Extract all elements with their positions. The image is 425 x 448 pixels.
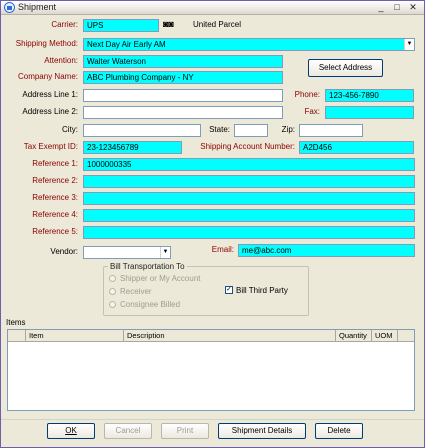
state-field[interactable]	[234, 124, 268, 137]
address-line2-label: Address Line 2:	[22, 107, 78, 116]
tax-exempt-id-field[interactable]: 23-123456789	[83, 141, 182, 154]
fax-field[interactable]	[325, 106, 414, 119]
company-name-label: Company Name:	[17, 72, 78, 81]
radio-receiver-label: Receiver	[120, 287, 152, 296]
column-header-item[interactable]: Item	[26, 330, 124, 342]
app-icon	[4, 2, 15, 13]
print-button[interactable]: Print	[161, 423, 209, 439]
vendor-label: Vendor:	[50, 247, 78, 256]
shipping-account-number-label: Shipping Account Number:	[200, 142, 295, 151]
attention-label: Attention:	[44, 56, 78, 65]
shipment-window: Shipment _ □ ✕ Carrier: UPS ◙◙ United Pa…	[0, 0, 425, 448]
column-header-select[interactable]	[8, 330, 26, 342]
city-label: City:	[62, 125, 78, 134]
phone-label: Phone:	[294, 90, 320, 99]
address-line2-field[interactable]	[83, 106, 283, 119]
shipping-method-label: Shipping Method:	[15, 39, 78, 48]
close-button[interactable]: ✕	[406, 2, 420, 13]
reference-1-label: Reference 1:	[32, 159, 78, 168]
reference-1-field[interactable]: 1000000335	[83, 158, 415, 171]
phone-field[interactable]: 123-456-7890	[325, 89, 414, 102]
items-grid-header: Item Description Quantity UOM	[8, 330, 414, 342]
address-line1-field[interactable]	[83, 89, 283, 102]
radio-consignee[interactable]	[109, 301, 116, 308]
carrier-name: United Parcel	[193, 20, 242, 29]
reference-2-label: Reference 2:	[32, 176, 78, 185]
delete-button[interactable]: Delete	[315, 423, 363, 439]
radio-receiver[interactable]	[109, 288, 116, 295]
shipping-method-value: Next Day Air Early AM	[87, 40, 166, 49]
title-bar: Shipment _ □ ✕	[1, 1, 424, 15]
chevron-down-icon[interactable]: ▼	[160, 247, 170, 258]
binoculars-icon[interactable]: ◙◙	[163, 19, 174, 29]
company-name-field[interactable]: ABC Plumbing Company - NY	[83, 71, 283, 84]
select-address-button[interactable]: Select Address	[308, 59, 383, 77]
reference-3-field[interactable]	[83, 192, 415, 205]
reference-5-field[interactable]	[83, 226, 415, 239]
divider	[1, 419, 424, 420]
reference-5-label: Reference 5:	[32, 227, 78, 236]
maximize-button[interactable]: □	[390, 2, 404, 13]
city-field[interactable]	[83, 124, 201, 137]
email-label: Email:	[211, 245, 234, 254]
reference-3-label: Reference 3:	[32, 193, 78, 202]
shipment-details-button[interactable]: Shipment Details	[218, 423, 306, 439]
reference-4-field[interactable]	[83, 209, 415, 222]
radio-shipper[interactable]	[109, 275, 116, 282]
radio-shipper-label: Shipper or My Account	[120, 274, 201, 283]
bill-third-party-label: Bill Third Party	[236, 286, 288, 295]
radio-consignee-label: Consignee Billed	[120, 300, 181, 309]
tax-exempt-id-label: Tax Exempt ID:	[23, 142, 78, 151]
reference-4-label: Reference 4:	[32, 210, 78, 219]
column-header-quantity[interactable]: Quantity	[336, 330, 372, 342]
zip-label: Zip:	[281, 125, 295, 134]
vendor-select[interactable]: ▼	[83, 246, 171, 259]
fax-label: Fax:	[304, 107, 320, 116]
zip-field[interactable]	[299, 124, 363, 137]
window-title: Shipment	[18, 2, 57, 12]
shipping-account-number-field[interactable]: A2D456	[299, 141, 414, 154]
carrier-field[interactable]: UPS	[83, 19, 159, 32]
column-header-description[interactable]: Description	[124, 330, 336, 342]
state-label: State:	[209, 125, 230, 134]
carrier-label: Carrier:	[51, 20, 78, 29]
attention-field[interactable]: Walter Waterson	[83, 55, 283, 68]
cancel-button[interactable]: Cancel	[104, 423, 152, 439]
address-line1-label: Address Line 1:	[22, 90, 78, 99]
ok-button[interactable]: OK	[47, 423, 95, 439]
email-field[interactable]: me@abc.com	[238, 244, 415, 257]
items-grid[interactable]: Item Description Quantity UOM	[7, 329, 415, 411]
reference-2-field[interactable]	[83, 175, 415, 188]
shipping-method-select[interactable]: Next Day Air Early AM ▼	[83, 38, 415, 51]
minimize-button[interactable]: _	[374, 2, 388, 13]
bill-third-party-checkbox[interactable]: ✓	[225, 286, 233, 294]
chevron-down-icon[interactable]: ▼	[404, 39, 414, 50]
items-label: Items	[6, 318, 26, 327]
column-header-uom[interactable]: UOM	[372, 330, 398, 342]
bill-transportation-title: Bill Transportation To	[108, 262, 187, 271]
